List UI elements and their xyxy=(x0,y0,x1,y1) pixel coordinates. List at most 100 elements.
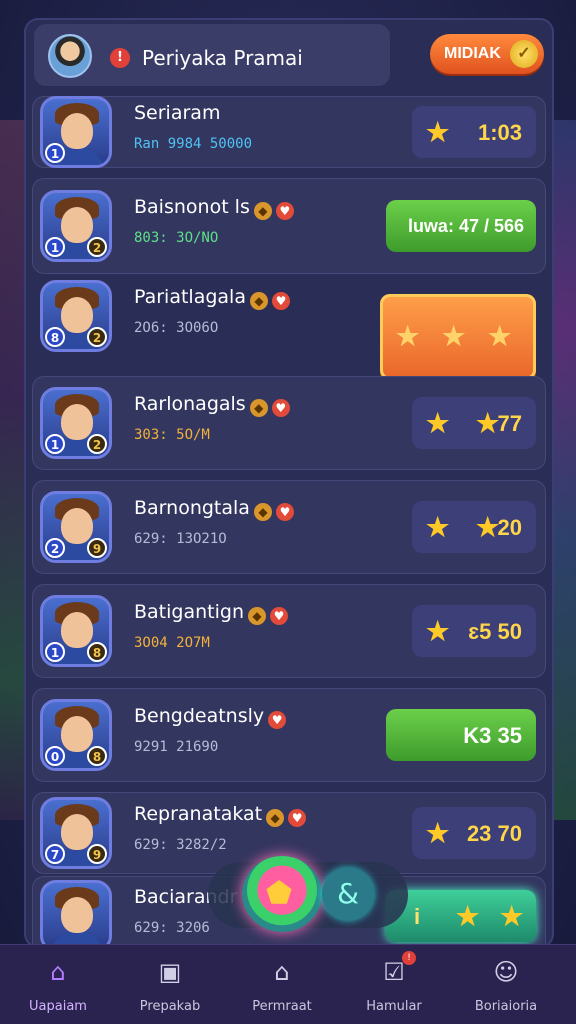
player-name: Repranatakat ◆ ♥ xyxy=(134,803,307,827)
score-button[interactable]: ★ ɛ5 50 xyxy=(412,605,536,657)
score-value: i xyxy=(414,904,421,929)
rank-badge: 2 xyxy=(87,434,107,454)
nav-label: Uapaiam xyxy=(29,999,87,1014)
nav-item-check-box[interactable]: ☑! Hamular xyxy=(344,951,444,1014)
list-item[interactable]: 1 2 Baisnonot ls ◆ ♥ 803: 3O/NO luwa: 47 / 566 xyxy=(32,178,546,274)
player-stats: 629: 3206 xyxy=(134,920,210,936)
header-action-button[interactable]: MIDIAK ✓ xyxy=(430,34,544,74)
list-item[interactable]: 8 2 Pariatlagala ◆ ♥ 2O6: 3O06O ★ ★ ★ xyxy=(32,268,546,380)
player-stats: 629: 3282/2 xyxy=(134,837,227,853)
header-action-label: MIDIAK xyxy=(444,45,501,62)
page-title: Periyaka Pramai xyxy=(142,46,303,70)
score-button[interactable]: ★ 1:03 xyxy=(412,106,536,158)
player-name-text: Batigantign xyxy=(134,601,244,623)
player-avatar[interactable]: 12 xyxy=(40,387,112,459)
level-badge: 1 xyxy=(45,434,65,454)
star-icon: ★ xyxy=(426,818,450,848)
star-icon: ★ xyxy=(488,321,512,351)
player-avatar[interactable]: 29 xyxy=(40,491,112,563)
star-icon: ★ xyxy=(456,901,480,931)
score-button[interactable]: K3 35 xyxy=(386,709,536,761)
player-stats: 9291 21690 xyxy=(134,739,219,755)
list-item[interactable]: 0 8 Bengdeatnsly ♥ 9291 21690 K3 35 xyxy=(32,688,546,782)
star-icon: ★ xyxy=(442,321,466,351)
list-item[interactable]: 1 8 Batigantign ◆ ♥ 3O04 2O7M ★ ɛ5 50 xyxy=(32,584,546,678)
player-name-text: Barnongtala xyxy=(134,497,250,519)
heart-icon: ♥ xyxy=(275,503,294,521)
main-action-button[interactable]: ⬟ xyxy=(242,856,322,932)
player-avatar[interactable] xyxy=(40,880,112,948)
coin-icon: ◆ xyxy=(247,607,266,625)
level-badge: 2 xyxy=(45,538,65,558)
player-avatar[interactable]: 08 xyxy=(40,699,112,771)
score-value: K3 35 xyxy=(463,723,522,748)
player-name-text: Rarlonagals xyxy=(134,393,246,415)
profile-icon: ☺ xyxy=(493,958,519,986)
score-button[interactable]: ★ ★ ★ xyxy=(380,294,536,380)
player-stats: 803: 3O/NO xyxy=(134,230,219,246)
player-stats: 3O04 2O7M xyxy=(134,635,210,651)
player-avatar[interactable]: 79 xyxy=(40,797,112,869)
nav-item-building[interactable]: ▣ Prepakab xyxy=(120,955,220,1014)
nav-item-home[interactable]: ⌂ Uapaiam xyxy=(8,955,108,1014)
coin-icon: ✓ xyxy=(510,40,538,68)
list-item[interactable]: 2 9 Barnongtala ◆ ♥ 629: 13O21O ★ ★ 20 xyxy=(32,480,546,574)
player-name: Baisnonot ls ◆ ♥ xyxy=(134,196,294,220)
star-icon: ★ xyxy=(476,512,500,542)
star-icon: ★ xyxy=(500,901,524,931)
level-badge: 8 xyxy=(45,327,65,347)
house-icon: ⌂ xyxy=(274,958,290,986)
level-badge: 1 xyxy=(45,237,65,257)
star-icon: ★ xyxy=(426,408,450,438)
player-avatar[interactable]: 12 xyxy=(40,190,112,262)
rank-badge: 2 xyxy=(87,237,107,257)
user-avatar[interactable] xyxy=(48,34,92,78)
heart-icon: ♥ xyxy=(271,292,290,310)
star-icon: ★ xyxy=(476,408,500,438)
player-avatar[interactable]: 18 xyxy=(40,595,112,667)
score-button[interactable]: ★ ★ i xyxy=(386,890,536,942)
score-button[interactable]: ★ ★ 20 xyxy=(412,501,536,553)
player-stats: 629: 13O21O xyxy=(134,531,227,547)
heart-icon: ♥ xyxy=(268,711,287,729)
nav-item-profile[interactable]: ☺ Boriaioria xyxy=(456,955,556,1014)
player-name: Rarlonagals ◆ ♥ xyxy=(134,393,290,417)
header-bar: ! Periyaka Pramai xyxy=(34,24,390,86)
score-button[interactable]: ★ 23 70 xyxy=(412,807,536,859)
player-name: Seriaram xyxy=(134,102,220,124)
nav-label: Permraat xyxy=(252,999,312,1014)
score-button[interactable]: ★ ★ 77 xyxy=(412,397,536,449)
building-icon: ▣ xyxy=(158,958,182,986)
player-name-text: Bengdeatnsly xyxy=(134,705,265,727)
level-badge: 7 xyxy=(45,844,65,864)
shield-icon: ⬟ xyxy=(266,876,293,911)
player-stats: Ran 9984 50000 xyxy=(134,136,253,152)
score-value: 77 xyxy=(497,411,522,436)
level-badge: 0 xyxy=(45,746,65,766)
rank-badge: 8 xyxy=(87,642,107,662)
player-name-text: Pariatlagala xyxy=(134,286,246,308)
player-name: Batigantign ◆ ♥ xyxy=(134,601,288,625)
alert-icon[interactable]: ! xyxy=(110,48,130,68)
link-button[interactable]: & xyxy=(322,868,374,920)
list-item[interactable]: 1 Seriaram Ran 9984 50000 ★ 1:03 xyxy=(32,96,546,168)
home-icon: ⌂ xyxy=(50,958,66,986)
rank-badge: 9 xyxy=(87,538,107,558)
coin-icon: ◆ xyxy=(253,202,272,220)
player-name-text: Baisnonot ls xyxy=(134,196,250,218)
score-button[interactable]: luwa: 47 / 566 xyxy=(386,200,536,252)
list-item[interactable]: 1 2 Rarlonagals ◆ ♥ 303: 5O/M ★ ★ 77 xyxy=(32,376,546,470)
player-avatar[interactable]: 82 xyxy=(40,280,112,352)
heart-icon: ♥ xyxy=(288,809,307,827)
rank-badge: 8 xyxy=(87,746,107,766)
player-stats: 2O6: 3O06O xyxy=(134,320,219,336)
level-badge: 1 xyxy=(45,143,65,163)
nav-label: Prepakab xyxy=(139,999,201,1014)
rank-badge: 2 xyxy=(87,327,107,347)
nav-item-house[interactable]: ⌂ Permraat xyxy=(232,955,332,1014)
player-name: Bengdeatnsly ♥ xyxy=(134,705,287,729)
player-avatar[interactable]: 1 xyxy=(40,96,112,168)
coin-icon: ◆ xyxy=(249,399,268,417)
player-stats: 303: 5O/M xyxy=(134,427,210,443)
star-icon: ★ xyxy=(426,512,450,542)
